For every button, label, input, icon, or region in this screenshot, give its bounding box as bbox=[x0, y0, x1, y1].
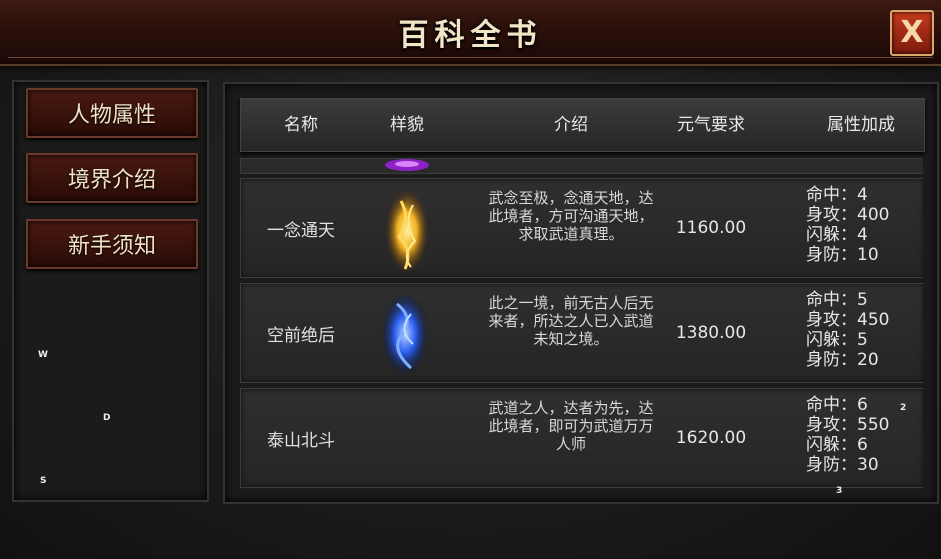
realm-description: 此之一境，前无古人后无来者，所达之人已入武道未知之境。 bbox=[488, 294, 654, 348]
attr-hit: 命中：5 bbox=[806, 290, 868, 310]
sidebar-item-newbie-guide[interactable]: 新手须知 bbox=[26, 219, 198, 269]
realm-name: 空前绝后 bbox=[267, 325, 335, 346]
purple-aura-icon bbox=[385, 159, 429, 171]
key-hint-2: 2 bbox=[900, 403, 907, 413]
table-row-partial bbox=[240, 158, 923, 174]
key-hint-s: S bbox=[40, 476, 47, 486]
key-hint-3: 3 bbox=[836, 486, 843, 496]
title-bar: 百科全书 X bbox=[0, 0, 941, 66]
realm-requirement: 1160.00 bbox=[675, 218, 747, 238]
attr-defense: 身防：20 bbox=[806, 350, 879, 370]
header-description: 介绍 bbox=[554, 115, 588, 135]
realm-appearance bbox=[371, 284, 443, 382]
realm-appearance bbox=[371, 389, 443, 487]
sidebar-item-realm-intro[interactable]: 境界介绍 bbox=[26, 153, 198, 203]
window-title: 百科全书 bbox=[398, 18, 543, 53]
encyclopedia-window: 百科全书 X 人物属性 境界介绍 新手须知 W D S 名称 样貌 介绍 元气要… bbox=[0, 0, 941, 559]
attr-attack: 身攻：400 bbox=[806, 205, 890, 225]
attr-attack: 身攻：550 bbox=[806, 415, 890, 435]
realm-list[interactable]: 一念通天 武念至极，念通天地，达此境者，方可沟通天地，求取武道真理。 1160.… bbox=[240, 158, 923, 488]
category-sidebar: 人物属性 境界介绍 新手须知 bbox=[12, 80, 209, 502]
attr-defense: 身防：10 bbox=[806, 245, 879, 265]
realm-name: 泰山北斗 bbox=[267, 430, 335, 451]
attr-dodge: 闪躲：6 bbox=[806, 435, 868, 455]
table-row[interactable]: 泰山北斗 武道之人，达者为先，达此境者，即可为武道万万人师 1620.00 命中… bbox=[240, 388, 923, 488]
realm-description: 武道之人，达者为先，达此境者，即可为武道万万人师 bbox=[488, 399, 654, 453]
close-button[interactable]: X bbox=[890, 10, 934, 56]
realm-description: 武念至极，念通天地，达此境者，方可沟通天地，求取武道真理。 bbox=[488, 189, 654, 243]
blue-aura-icon bbox=[381, 292, 429, 376]
header-attributes: 属性加成 bbox=[827, 115, 895, 135]
attr-attack: 身攻：450 bbox=[806, 310, 890, 330]
attr-hit: 命中：4 bbox=[806, 185, 868, 205]
header-requirement: 元气要求 bbox=[677, 115, 745, 135]
realm-attributes: 命中：4 身攻：400 闪躲：4 身防：10 bbox=[806, 185, 916, 265]
attr-defense: 身防：30 bbox=[806, 455, 879, 475]
sidebar-item-character-attributes[interactable]: 人物属性 bbox=[26, 88, 198, 138]
table-header: 名称 样貌 介绍 元气要求 属性加成 bbox=[240, 98, 925, 152]
key-hint-w: W bbox=[38, 350, 48, 360]
table-row[interactable]: 空前绝后 此之一境，前无古人后无来者，所达之人已入武道未知之境。 1380.00… bbox=[240, 283, 923, 383]
realm-attributes: 命中：5 身攻：450 闪躲：5 身防：20 bbox=[806, 290, 916, 370]
golden-aura-icon bbox=[385, 189, 429, 273]
close-icon: X bbox=[900, 15, 924, 50]
key-hint-d: D bbox=[103, 413, 111, 423]
header-name: 名称 bbox=[284, 115, 318, 135]
header-appearance: 样貌 bbox=[390, 115, 424, 135]
realm-appearance bbox=[371, 179, 443, 277]
realm-requirement: 1620.00 bbox=[675, 428, 747, 448]
attr-dodge: 闪躲：5 bbox=[806, 330, 868, 350]
realm-table-panel: 名称 样貌 介绍 元气要求 属性加成 一念通天 武念至极，念通天地，达此境者，方… bbox=[223, 82, 939, 504]
table-row[interactable]: 一念通天 武念至极，念通天地，达此境者，方可沟通天地，求取武道真理。 1160.… bbox=[240, 178, 923, 278]
realm-requirement: 1380.00 bbox=[675, 323, 747, 343]
realm-name: 一念通天 bbox=[267, 220, 335, 241]
attr-dodge: 闪躲：4 bbox=[806, 225, 868, 245]
